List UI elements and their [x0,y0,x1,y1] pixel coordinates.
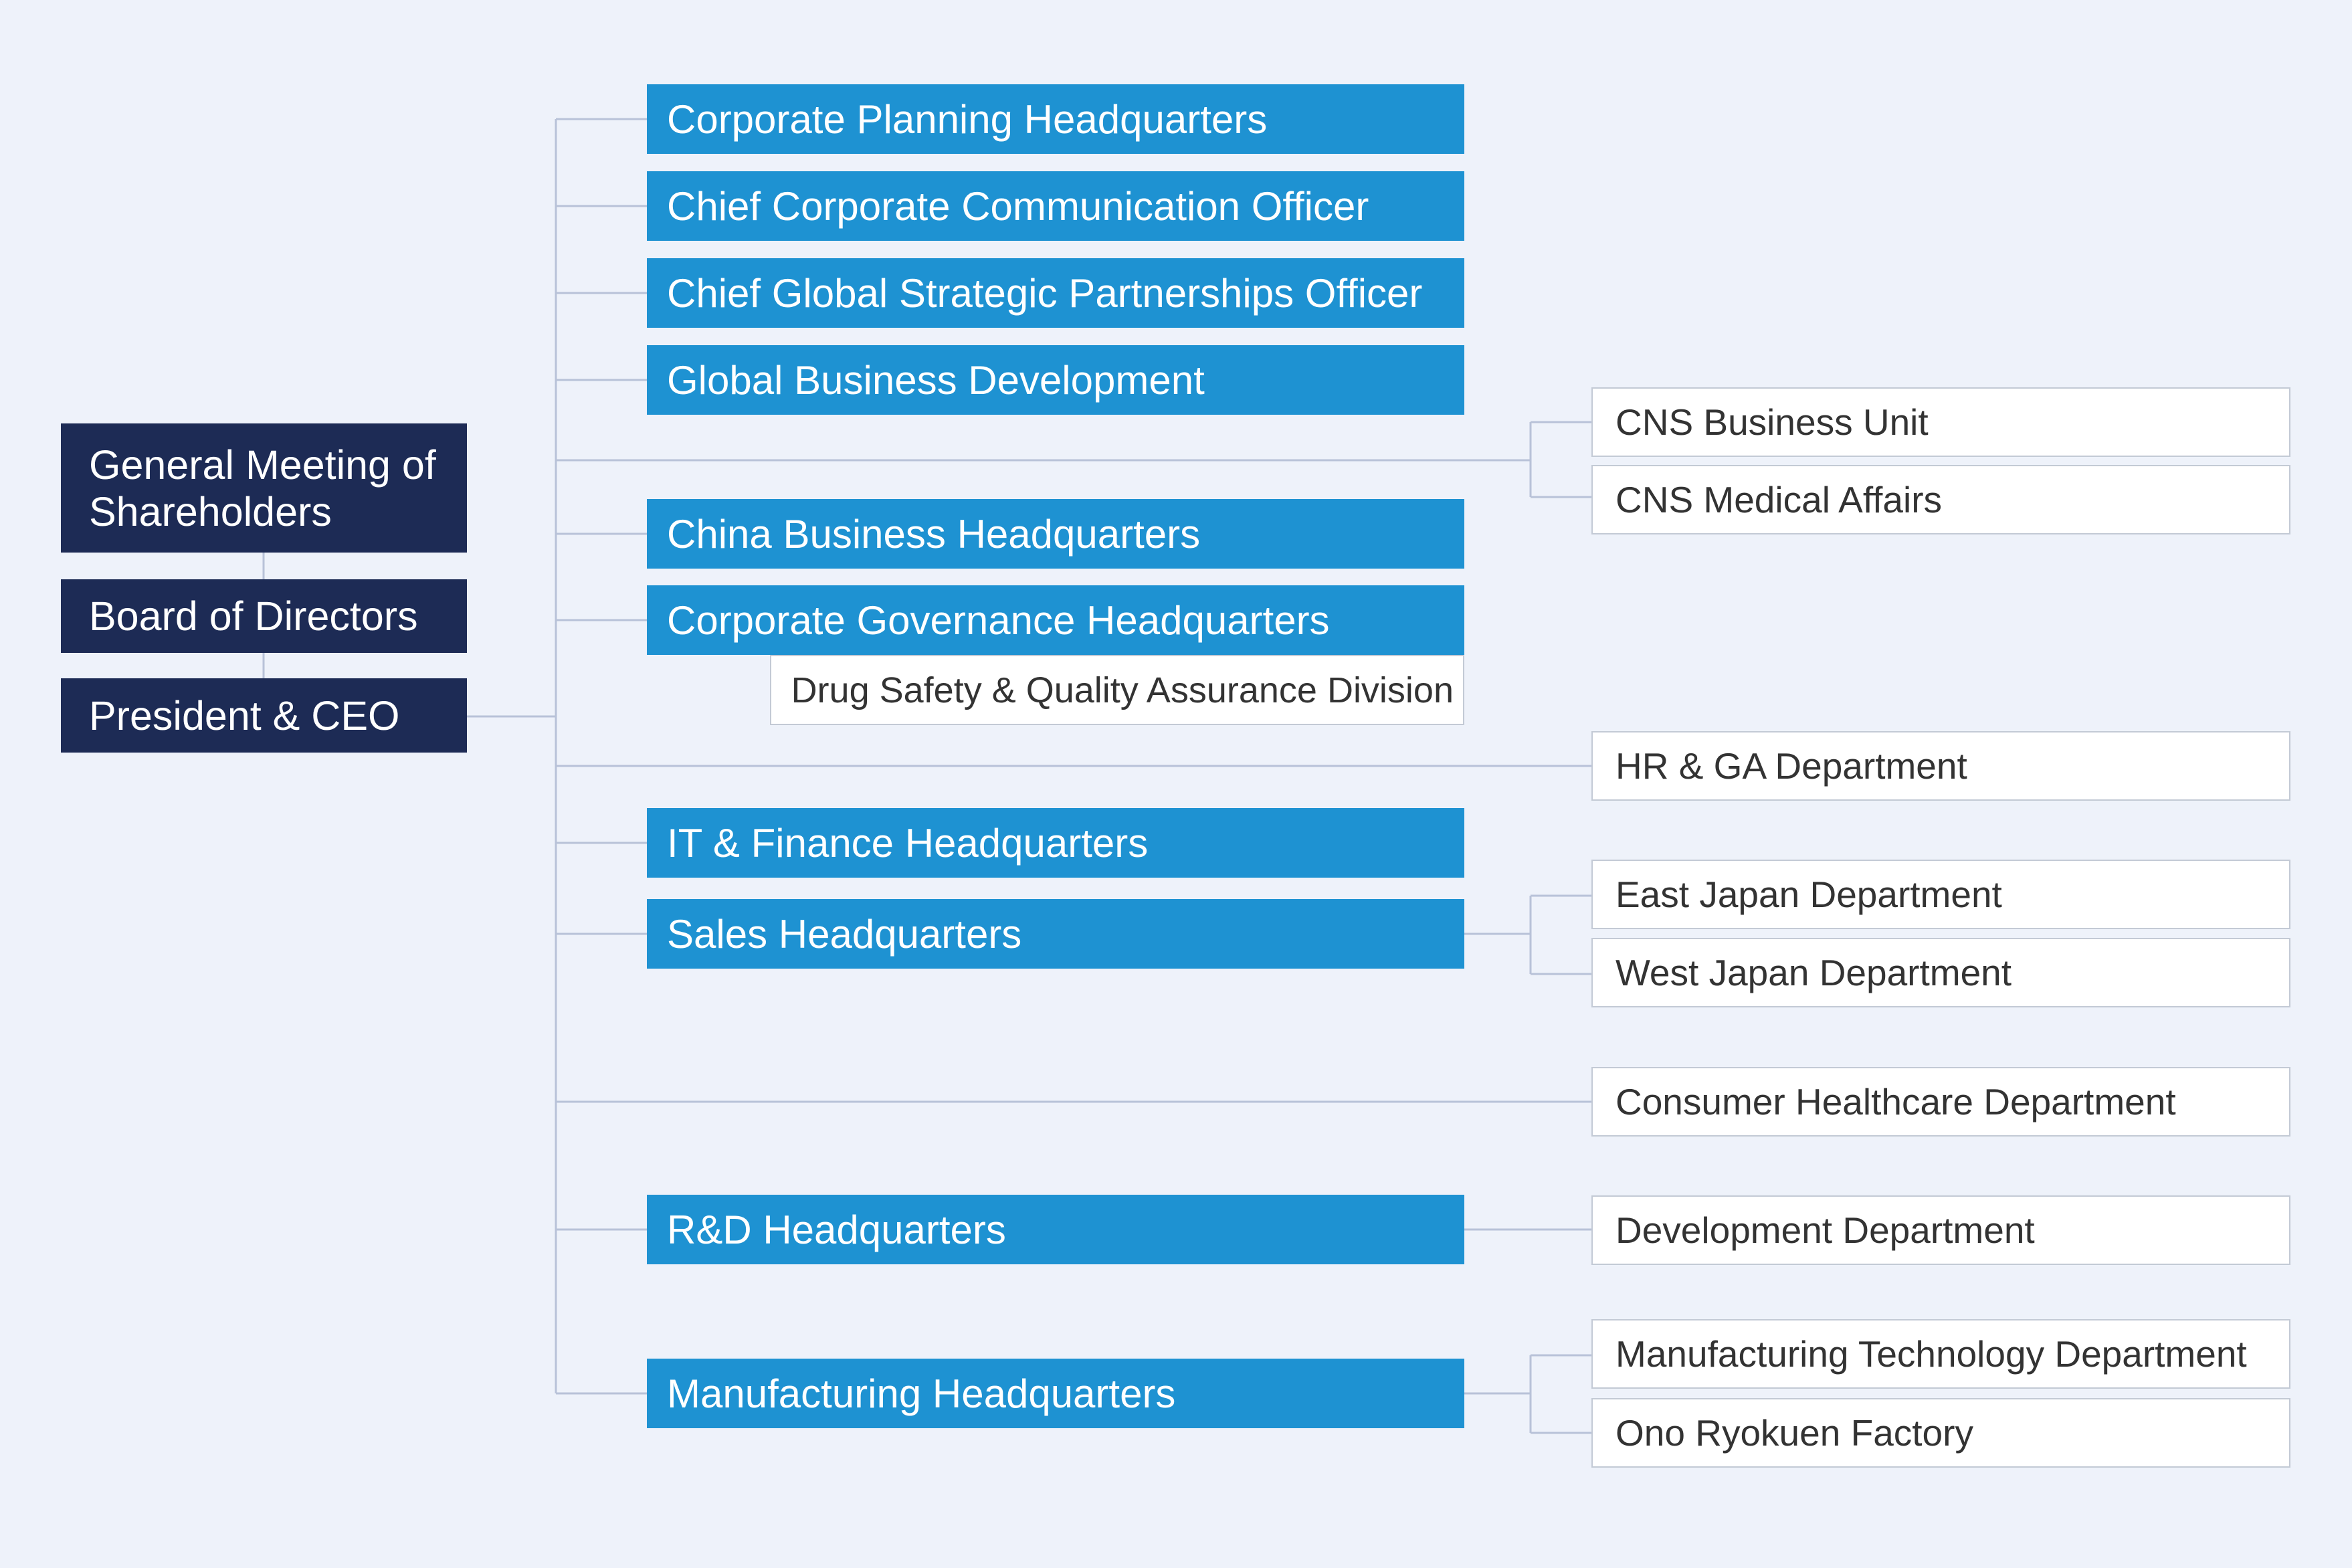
ceo-label: President & CEO [89,692,400,739]
hq-sales: Sales Headquarters [647,899,1464,969]
hq-corporate-governance: Corporate Governance Headquarters [647,585,1464,655]
hq-global-business-dev-label: Global Business Development [667,357,1205,403]
dept-west-japan: West Japan Department [1591,938,2290,1007]
org-chart: General Meeting of Shareholders Board of… [0,0,2352,1568]
hq-china-business-label: China Business Headquarters [667,511,1201,557]
hq-partnerships-officer: Chief Global Strategic Partnerships Offi… [647,258,1464,328]
hq-partnerships-officer-label: Chief Global Strategic Partnerships Offi… [667,270,1423,316]
dept-consumer-healthcare-label: Consumer Healthcare Department [1615,1081,2176,1122]
hq-it-finance-label: IT & Finance Headquarters [667,820,1149,866]
dept-manufacturing-technology: Manufacturing Technology Department [1591,1319,2290,1389]
dept-west-japan-label: West Japan Department [1615,952,2012,993]
hq-communication-officer: Chief Corporate Communication Officer [647,171,1464,241]
hq-manufacturing-label: Manufacturing Headquarters [667,1371,1176,1416]
dept-east-japan-label: East Japan Department [1615,874,2002,915]
hq-rd: R&D Headquarters [647,1195,1464,1264]
hq-corporate-planning: Corporate Planning Headquarters [647,84,1464,154]
hq-corporate-planning-label: Corporate Planning Headquarters [667,96,1268,142]
dept-hr-ga-label: HR & GA Department [1615,745,1967,787]
dept-cns-business-unit: CNS Business Unit [1591,387,2290,457]
board-label: Board of Directors [89,593,418,639]
hq-it-finance: IT & Finance Headquarters [647,808,1464,878]
hq-corporate-governance-label: Corporate Governance Headquarters [667,597,1330,643]
hq-global-business-dev: Global Business Development [647,345,1464,415]
dept-ono-ryokuen: Ono Ryokuen Factory [1591,1398,2290,1468]
hq-china-business: China Business Headquarters [647,499,1464,569]
shareholders-label: General Meeting of Shareholders [89,442,436,534]
dept-consumer-healthcare: Consumer Healthcare Department [1591,1067,2290,1137]
dept-east-japan: East Japan Department [1591,860,2290,929]
ceo-box: President & CEO [61,678,467,753]
hq-sales-label: Sales Headquarters [667,911,1022,957]
shareholders-box: General Meeting of Shareholders [61,423,467,553]
division-drug-safety: Drug Safety & Quality Assurance Division [770,655,1464,725]
dept-development-label: Development Department [1615,1209,2035,1251]
dept-hr-ga: HR & GA Department [1591,731,2290,801]
dept-cns-medical-affairs: CNS Medical Affairs [1591,465,2290,534]
dept-development: Development Department [1591,1195,2290,1265]
dept-ono-ryokuen-label: Ono Ryokuen Factory [1615,1412,1973,1454]
division-drug-safety-label: Drug Safety & Quality Assurance Division [791,670,1454,710]
hq-rd-label: R&D Headquarters [667,1207,1006,1252]
hq-manufacturing: Manufacturing Headquarters [647,1359,1464,1428]
dept-cns-business-unit-label: CNS Business Unit [1615,401,1929,443]
hq-communication-officer-label: Chief Corporate Communication Officer [667,183,1369,229]
dept-manufacturing-technology-label: Manufacturing Technology Department [1615,1333,2247,1375]
dept-cns-medical-affairs-label: CNS Medical Affairs [1615,479,1943,520]
board-box: Board of Directors [61,579,467,653]
